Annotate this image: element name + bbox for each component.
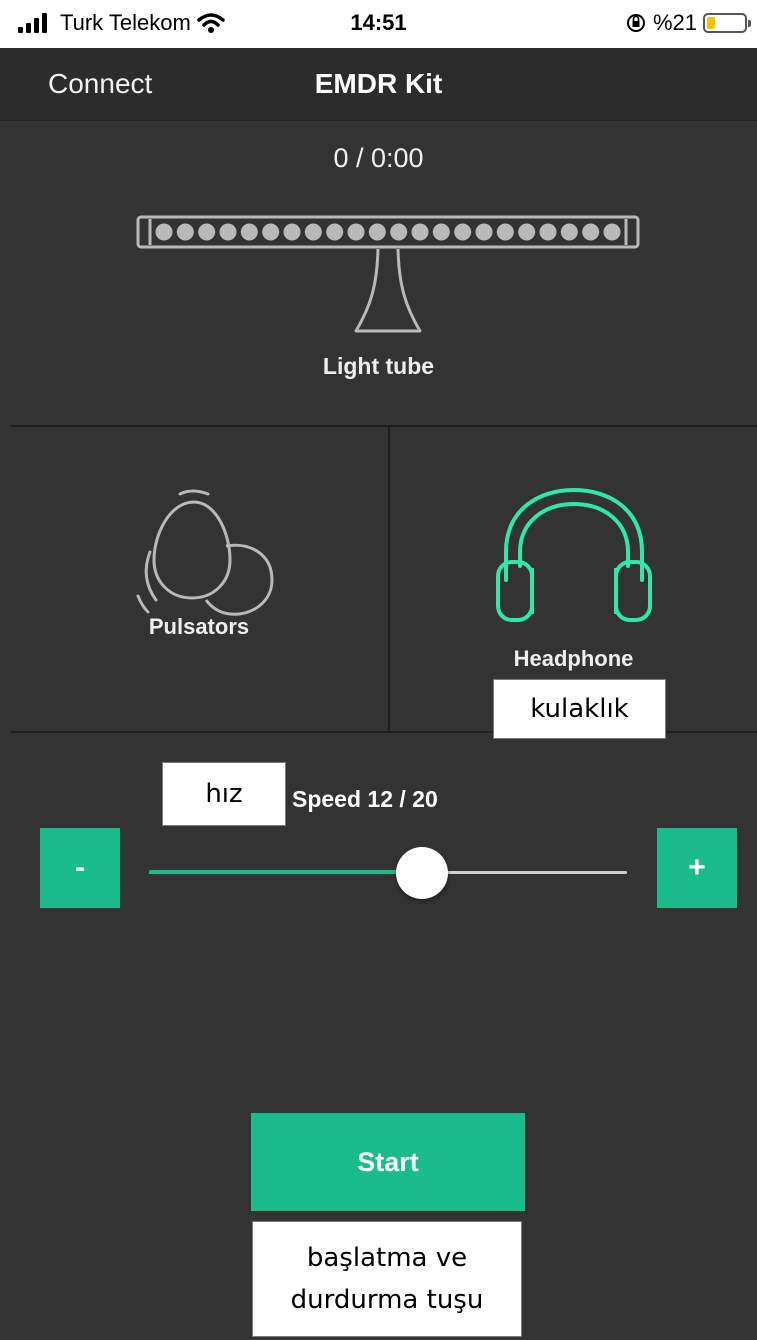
tube-led [432, 223, 450, 241]
slider-fill [149, 870, 422, 874]
tube-led [219, 223, 237, 241]
tube-led [411, 223, 429, 241]
tube-led [176, 223, 194, 241]
tube-led [347, 223, 365, 241]
tube-led [603, 223, 621, 241]
slider-thumb[interactable] [395, 847, 448, 899]
pulsators-icon [136, 489, 274, 616]
status-bar: Turk Telekom 14:51 %21 [0, 0, 757, 48]
start-annotation-line1: başlatma ve [306, 1243, 468, 1273]
light-tube-label: Light tube [322, 353, 435, 379]
battery-percent: %21 [652, 10, 697, 35]
rotation-lock-icon [626, 14, 645, 32]
tube-led [283, 223, 301, 241]
tube-led [198, 223, 216, 241]
tube-led [240, 223, 258, 241]
speed-decrease-button[interactable]: - [40, 828, 120, 908]
tube-led [155, 223, 173, 241]
light-tube-icon [136, 215, 640, 333]
headphone-annotation: kulaklık [493, 679, 666, 739]
headphone-label: Headphone [513, 646, 634, 671]
tube-led [390, 223, 408, 241]
tube-led [368, 223, 386, 241]
tube-led [518, 223, 536, 241]
tube-led [560, 223, 578, 241]
session-counter: 0 / 0:00 [333, 143, 424, 173]
pulsators-label: Pulsators [148, 614, 250, 639]
nav-bar: Connect EMDR Kit [0, 48, 757, 121]
start-annotation: başlatma ve durdurma tuşu [252, 1221, 522, 1337]
start-annotation-line2: durdurma tuşu [290, 1285, 484, 1315]
light-tube-panel[interactable]: 0 / 0:00 Light tube [0, 121, 757, 426]
speed-label: Speed 12 / 20 [292, 786, 438, 812]
divider [10, 425, 757, 427]
battery-info: %21 [625, 8, 751, 38]
speed-increase-button[interactable]: + [657, 828, 737, 908]
tube-led [582, 223, 600, 241]
pulsators-tile[interactable]: Pulsators [10, 428, 388, 731]
tube-led [539, 223, 557, 241]
tube-led [326, 223, 344, 241]
start-button[interactable]: Start [251, 1113, 525, 1211]
speed-annotation: hız [162, 762, 286, 826]
tube-led [475, 223, 493, 241]
battery-icon [703, 13, 751, 33]
tube-led [454, 223, 472, 241]
tube-led [496, 223, 514, 241]
tube-led [262, 223, 280, 241]
speed-slider[interactable] [149, 845, 627, 901]
headphone-icon [496, 487, 652, 622]
page-title: EMDR Kit [314, 68, 443, 99]
tube-led [304, 223, 322, 241]
